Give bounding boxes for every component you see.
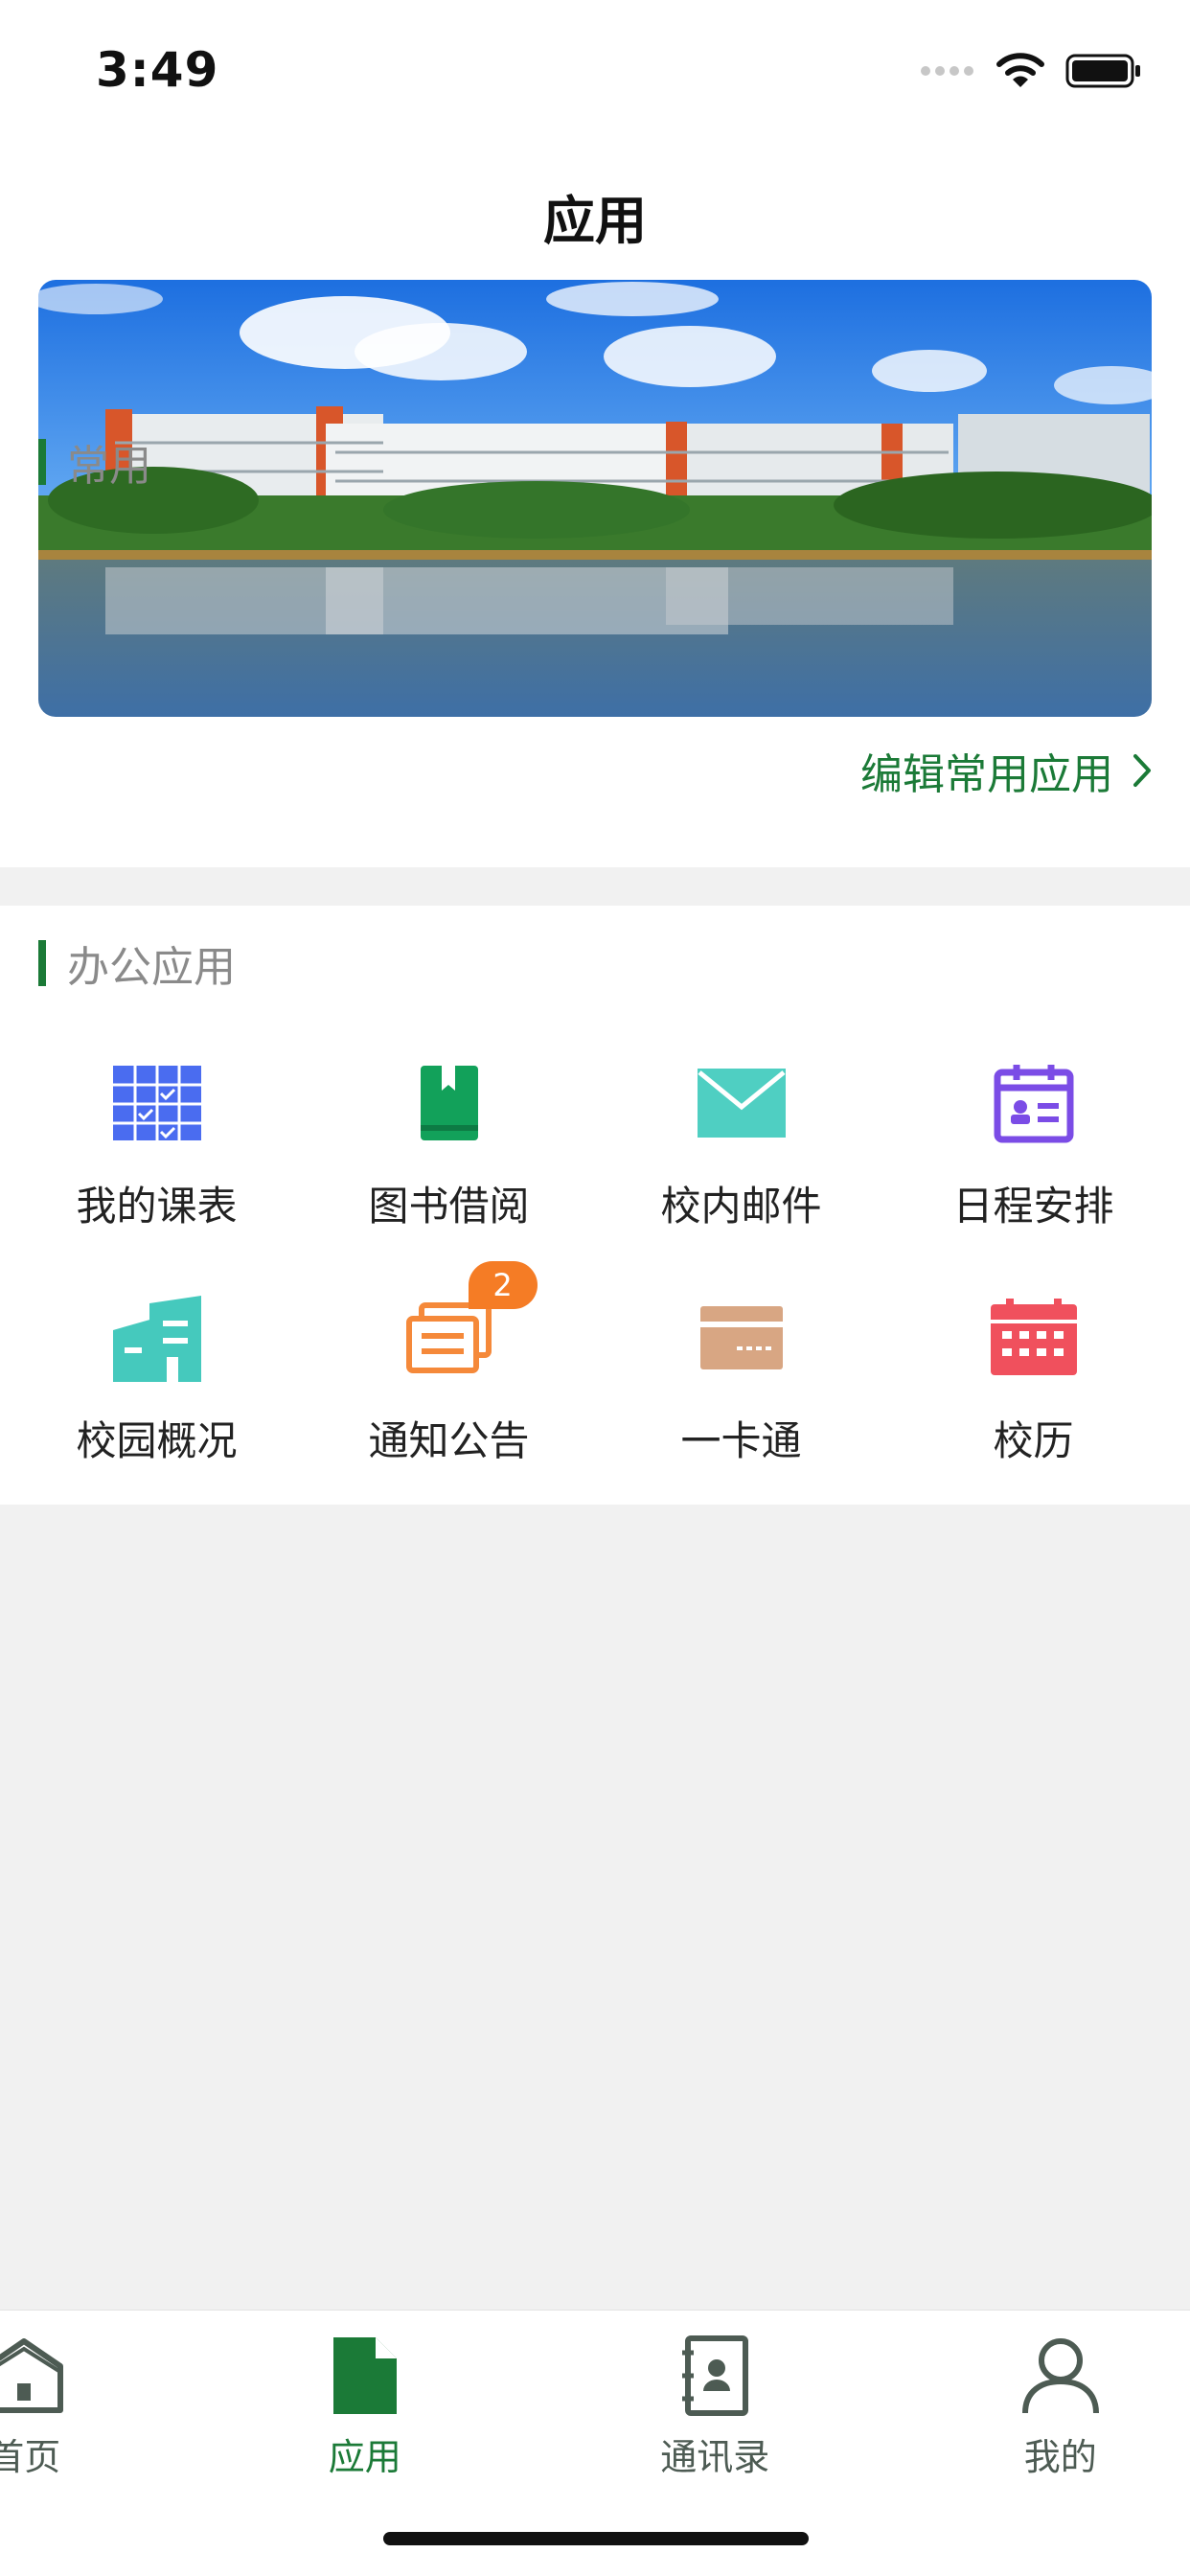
home-icon bbox=[0, 2328, 72, 2424]
edit-common-apps-link[interactable]: 编辑常用应用 bbox=[860, 740, 1152, 801]
nav-bar: 应用 bbox=[0, 144, 1190, 278]
office-section-label: 办公应用 bbox=[67, 943, 236, 992]
app-label: 一卡通 bbox=[680, 1417, 802, 1464]
battery-icon bbox=[1065, 54, 1140, 88]
common-section-label: 常用 bbox=[67, 442, 151, 491]
tab-contacts[interactable]: 通讯录 bbox=[557, 2328, 874, 2480]
page-title: 应用 bbox=[543, 191, 647, 251]
office-section-header: 办公应用 bbox=[38, 934, 236, 992]
tab-profile[interactable]: 我的 bbox=[903, 2328, 1190, 2480]
cellular-signal-icon bbox=[921, 66, 973, 76]
tab-label: 首页 bbox=[0, 2436, 61, 2478]
campus-building-icon bbox=[109, 1290, 205, 1386]
notice-icon: 2 bbox=[401, 1261, 538, 1386]
app-label: 校内邮件 bbox=[660, 1183, 822, 1230]
app-school-calendar[interactable]: 校历 bbox=[887, 1284, 1179, 1519]
campus-banner-image[interactable] bbox=[38, 280, 1152, 717]
timetable-icon bbox=[109, 1055, 205, 1151]
app-campus-overview[interactable]: 校园概况 bbox=[11, 1284, 303, 1519]
common-section-header: 常用 bbox=[38, 433, 151, 491]
tab-label: 我的 bbox=[1023, 2436, 1097, 2478]
unread-badge: 2 bbox=[468, 1261, 538, 1309]
app-label: 通知公告 bbox=[368, 1417, 530, 1464]
office-app-grid: 我的课表 图书借阅 校内邮件 日程安排 校园概况 2 通知公告 一卡通 校历 bbox=[0, 1049, 1190, 1519]
tab-apps[interactable]: 应用 bbox=[207, 2328, 524, 2480]
app-label: 校历 bbox=[993, 1417, 1074, 1464]
contacts-icon bbox=[667, 2328, 763, 2424]
app-label: 日程安排 bbox=[952, 1183, 1114, 1230]
app-schedule[interactable]: 日程安排 bbox=[887, 1049, 1179, 1284]
accent-bar bbox=[38, 940, 46, 986]
tab-label: 应用 bbox=[328, 2436, 401, 2478]
status-bar: 3:49 bbox=[0, 0, 1190, 144]
accent-bar bbox=[38, 439, 46, 485]
tab-label: 通讯录 bbox=[660, 2436, 770, 2478]
app-library[interactable]: 图书借阅 bbox=[303, 1049, 595, 1284]
wifi-icon bbox=[996, 53, 1044, 87]
app-campus-mail[interactable]: 校内邮件 bbox=[595, 1049, 887, 1284]
app-document-icon bbox=[317, 2328, 413, 2424]
office-apps-card: 办公应用 我的课表 图书借阅 校内邮件 日程安排 校园概况 2 通知公告 一卡通… bbox=[0, 906, 1190, 1505]
calendar-icon bbox=[986, 1290, 1082, 1386]
app-notices[interactable]: 2 通知公告 bbox=[303, 1261, 595, 1519]
tab-home[interactable]: 首页 bbox=[0, 2328, 183, 2480]
mail-icon bbox=[694, 1055, 790, 1151]
status-time: 3:49 bbox=[96, 42, 219, 98]
card-icon bbox=[694, 1290, 790, 1386]
app-campus-card[interactable]: 一卡通 bbox=[595, 1284, 887, 1519]
status-icons bbox=[920, 53, 1142, 89]
schedule-icon bbox=[986, 1055, 1082, 1151]
book-icon bbox=[401, 1055, 497, 1151]
app-label: 校园概况 bbox=[76, 1417, 238, 1464]
home-indicator[interactable] bbox=[383, 2532, 809, 2545]
edit-common-apps-label: 编辑常用应用 bbox=[860, 750, 1113, 799]
app-timetable[interactable]: 我的课表 bbox=[11, 1049, 303, 1284]
chevron-right-icon bbox=[1133, 754, 1151, 787]
common-card: 常用 编辑常用应用 bbox=[0, 278, 1190, 867]
profile-icon bbox=[1013, 2328, 1109, 2424]
app-label: 我的课表 bbox=[76, 1183, 238, 1230]
app-label: 图书借阅 bbox=[368, 1183, 530, 1230]
